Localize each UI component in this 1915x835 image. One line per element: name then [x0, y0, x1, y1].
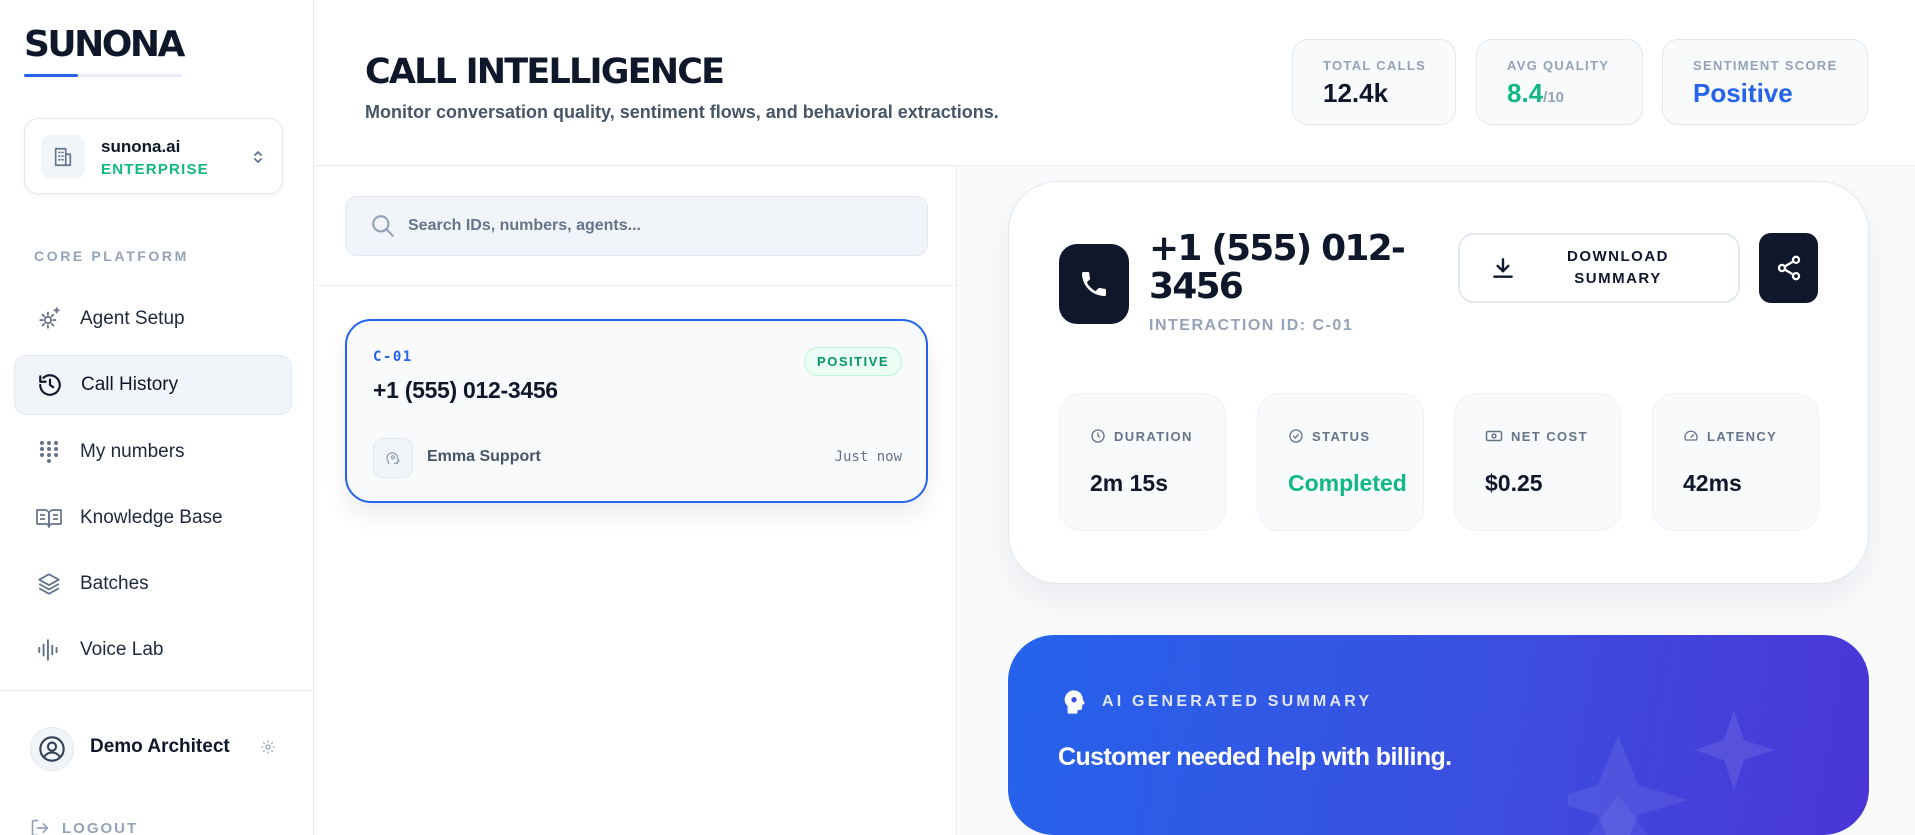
sidebar-item-label: My numbers: [80, 441, 185, 462]
book-icon: [34, 506, 64, 530]
metric-value: $0.25: [1485, 470, 1543, 496]
history-icon: [35, 372, 65, 398]
sidebar-item-label: Batches: [80, 573, 149, 594]
metric-header: NET COST: [1485, 428, 1588, 444]
stat-label: TOTAL CALLS: [1323, 58, 1427, 73]
call-list-item[interactable]: C-01 +1 (555) 012-3456 POSITIVE Emma Sup…: [345, 319, 928, 503]
clock-icon: [1091, 429, 1105, 443]
metric-label: STATUS: [1312, 428, 1371, 444]
stat-sentiment-score: SENTIMENT SCORE Positive: [1662, 39, 1868, 125]
interaction-id: INTERACTION ID: C-01: [1149, 317, 1354, 334]
metric-label: NET COST: [1511, 428, 1588, 444]
brand-logo[interactable]: SUNONA: [24, 24, 185, 65]
metric-latency: LATENCY 42ms: [1652, 393, 1819, 531]
gear-icon[interactable]: [260, 739, 276, 760]
workspace-name: sunona.ai: [101, 137, 181, 156]
logout-button[interactable]: LOGOUT: [30, 818, 138, 835]
download-summary-label: DOWNLOAD SUMMARY: [1567, 248, 1669, 287]
sidebar-item-agent-setup[interactable]: Agent Setup: [14, 289, 292, 349]
phone-icon: [1059, 244, 1129, 324]
call-id: C-01: [373, 349, 413, 365]
sidebar-item-label: Knowledge Base: [80, 507, 223, 528]
sidebar-item-label: Call History: [81, 374, 179, 395]
stat-avg-quality: AVG QUALITY 8.4/10: [1476, 39, 1643, 125]
page-header: CALL INTELLIGENCE Monitor conversation q…: [315, 0, 1915, 166]
metric-header: STATUS: [1288, 428, 1370, 444]
sidebar-item-batches[interactable]: Batches: [14, 554, 292, 614]
share-button[interactable]: [1759, 233, 1818, 303]
metric-value: 2m 15s: [1090, 470, 1169, 496]
agent-head-icon: [373, 438, 413, 478]
dialpad-icon: [34, 439, 64, 465]
stat-value: 8.4/10: [1507, 78, 1564, 109]
metric-label: LATENCY: [1707, 428, 1778, 444]
section-label-core-platform: CORE PLATFORM: [34, 248, 189, 264]
sidebar-item-knowledge-base[interactable]: Knowledge Base: [14, 488, 292, 548]
workspace-switcher[interactable]: sunona.ai ENTERPRISE: [24, 118, 283, 194]
detail-phone-number: +1 (555) 012-3456: [1149, 228, 1406, 307]
logout-icon: [31, 819, 49, 835]
stat-label: AVG QUALITY: [1507, 58, 1610, 73]
ai-summary-card: AI GENERATED SUMMARY Customer needed hel…: [1008, 635, 1869, 835]
metric-header: DURATION: [1090, 428, 1193, 444]
search-box[interactable]: [345, 196, 928, 256]
ai-summary-header: AI GENERATED SUMMARY: [1060, 688, 1372, 716]
call-agent-name: Emma Support: [427, 448, 541, 465]
metric-label: DURATION: [1114, 428, 1193, 444]
search-icon: [370, 213, 396, 239]
logout-label: LOGOUT: [62, 819, 139, 835]
chevron-updown-icon: [252, 147, 264, 172]
page-subtitle: Monitor conversation quality, sentiment …: [365, 102, 999, 122]
call-timestamp: Just now: [834, 449, 902, 465]
waveform-icon: [34, 637, 64, 663]
logo-underline: [24, 74, 182, 77]
metric-net-cost: NET COST $0.25: [1454, 393, 1621, 531]
building-icon: [41, 135, 85, 179]
stat-label: SENTIMENT SCORE: [1693, 58, 1838, 73]
workspace-plan: ENTERPRISE: [101, 161, 209, 178]
sidebar-item-call-history[interactable]: Call History: [14, 355, 292, 415]
avatar[interactable]: [30, 727, 74, 771]
metric-value: Completed: [1288, 470, 1407, 496]
sidebar-item-my-numbers[interactable]: My numbers: [14, 422, 292, 482]
sidebar-item-label: Voice Lab: [80, 639, 164, 660]
ai-summary-text: Customer needed help with billing.: [1058, 743, 1452, 771]
stat-value-number: 8.4: [1507, 78, 1544, 108]
sidebar-item-label: Agent Setup: [80, 308, 185, 329]
metric-status: STATUS Completed: [1257, 393, 1424, 531]
ai-summary-label: AI GENERATED SUMMARY: [1102, 693, 1373, 710]
ai-brain-icon: [1064, 690, 1085, 714]
check-circle-icon: [1289, 429, 1303, 443]
download-icon: [1490, 255, 1516, 281]
metric-value: 42ms: [1683, 470, 1742, 496]
gauge-icon: [1684, 430, 1698, 441]
sidebar: SUNONA sunona.ai ENTERPRISE CORE PLATFOR…: [0, 0, 314, 835]
sidebar-item-voice-lab[interactable]: Voice Lab: [14, 620, 292, 680]
list-divider: [315, 285, 956, 286]
metric-header: LATENCY: [1683, 428, 1777, 444]
share-icon: [1777, 255, 1800, 281]
sidebar-divider: [0, 690, 313, 691]
stat-value: Positive: [1693, 78, 1793, 108]
stat-value: 12.4k: [1323, 78, 1389, 108]
call-phone-number: +1 (555) 012-3456: [373, 377, 558, 403]
stat-total-calls: TOTAL CALLS 12.4k: [1292, 39, 1456, 125]
cash-icon: [1485, 430, 1503, 442]
sparkle-decoration-icon: [1568, 710, 1774, 835]
download-summary-button[interactable]: DOWNLOAD SUMMARY: [1458, 233, 1740, 303]
search-input[interactable]: [408, 217, 908, 235]
page-title: CALL INTELLIGENCE: [365, 52, 725, 92]
user-name: Demo Architect: [90, 736, 230, 757]
call-list-panel: C-01 +1 (555) 012-3456 POSITIVE Emma Sup…: [315, 167, 957, 835]
stat-value-suffix: /10: [1543, 89, 1565, 106]
metric-duration: DURATION 2m 15s: [1059, 393, 1226, 531]
call-detail-panel: +1 (555) 012-3456 INTERACTION ID: C-01 D…: [958, 167, 1915, 835]
sentiment-badge: POSITIVE: [804, 347, 902, 376]
gear-sparkle-icon: [34, 306, 64, 332]
call-detail-card: +1 (555) 012-3456 INTERACTION ID: C-01 D…: [1008, 181, 1869, 584]
layers-icon: [34, 571, 64, 597]
